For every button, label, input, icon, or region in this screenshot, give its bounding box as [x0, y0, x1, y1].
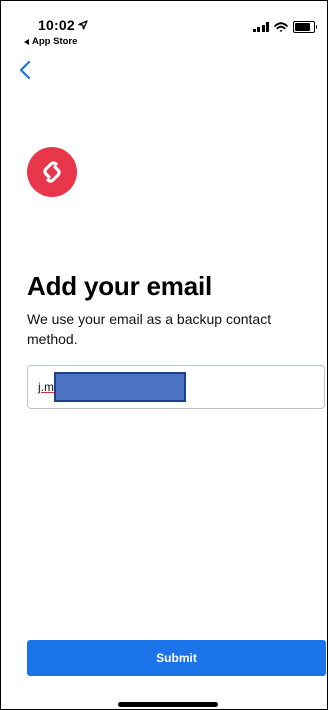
status-icons: [252, 21, 317, 33]
page-title: Add your email: [27, 271, 213, 301]
email-value: j.m: [38, 380, 54, 394]
battery-icon: [293, 21, 317, 33]
phone-screen: 10:02 App Store Add your email We use yo…: [0, 0, 328, 710]
chain-link-icon: [43, 161, 61, 183]
cellular-signal-icon: [252, 22, 269, 32]
wifi-icon: [274, 21, 288, 32]
status-bar-time: 10:02: [38, 17, 88, 33]
location-arrow-icon: [78, 20, 88, 30]
back-triangle-icon: [24, 38, 29, 45]
back-button[interactable]: [17, 59, 35, 81]
submit-button[interactable]: Submit: [27, 640, 326, 676]
back-to-app-store[interactable]: App Store: [24, 36, 77, 47]
page-subtitle: We use your email as a backup contact me…: [27, 311, 272, 347]
back-app-label: App Store: [32, 36, 78, 47]
email-field[interactable]: j.m: [27, 365, 325, 409]
redaction-box: [54, 372, 186, 402]
app-logo: [27, 147, 77, 197]
time-label: 10:02: [38, 17, 75, 33]
chevron-left-icon: [19, 60, 31, 80]
home-indicator[interactable]: [118, 702, 218, 707]
